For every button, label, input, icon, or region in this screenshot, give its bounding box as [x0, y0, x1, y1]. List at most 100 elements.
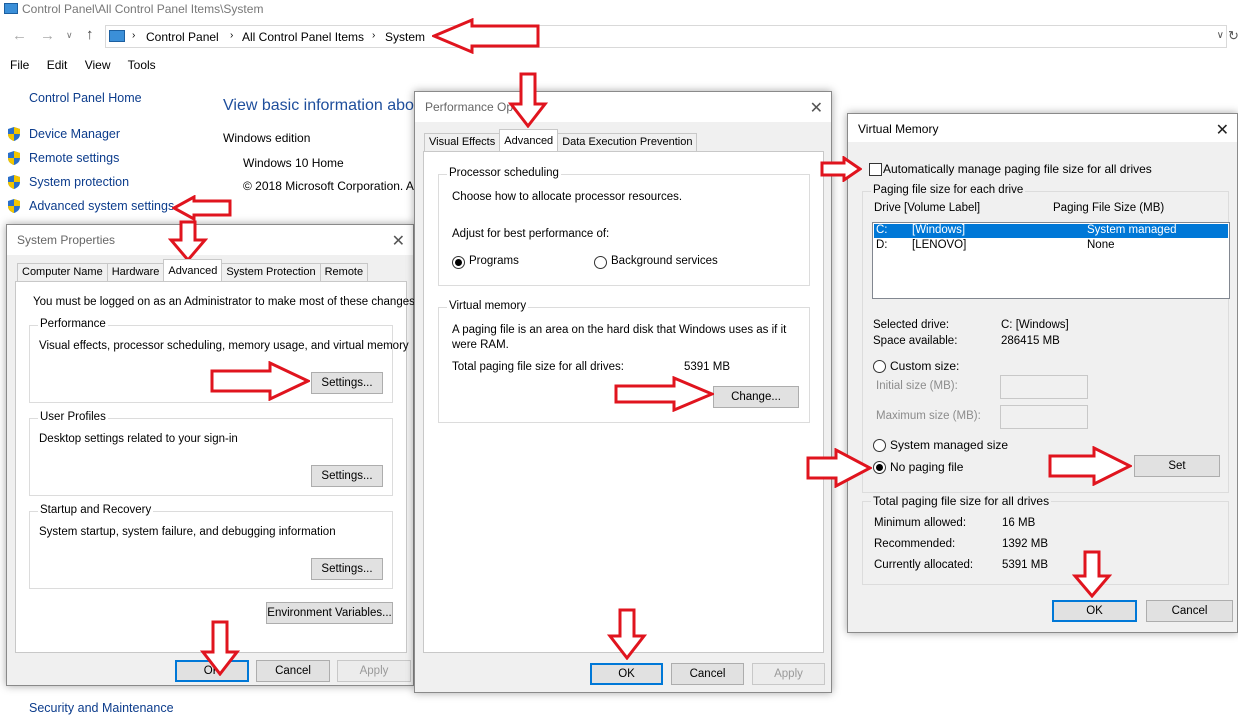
col-drive-header: Drive [Volume Label]: [874, 202, 981, 214]
drive-row[interactable]: D: [LENOVO] None: [874, 239, 1228, 253]
user-profiles-group: User Profiles Desktop settings related t…: [29, 411, 393, 496]
arrow-right-icon: [210, 361, 310, 401]
copyright-text: © 2018 Microsoft Corporation. A: [243, 179, 414, 193]
menu-file[interactable]: File: [10, 58, 29, 72]
performance-settings-button[interactable]: Settings...: [311, 372, 383, 394]
currently-allocated-value: 5391 MB: [1002, 559, 1049, 571]
close-icon[interactable]: ✕: [392, 231, 405, 251]
window-title: Control Panel\All Control Panel Items\Sy…: [22, 2, 264, 16]
nav-back-button[interactable]: ←: [12, 27, 27, 44]
admin-notice: You must be logged on as an Administrato…: [33, 296, 419, 308]
vmem-ok-button[interactable]: OK: [1052, 600, 1137, 622]
total-paging-group: Total paging file size for all drives Mi…: [862, 494, 1229, 585]
menu-tools[interactable]: Tools: [128, 58, 156, 72]
arrow-down-icon: [508, 72, 548, 128]
window-titlebar: Control Panel\All Control Panel Items\Sy…: [0, 0, 1238, 20]
user-profiles-settings-button[interactable]: Settings...: [311, 465, 383, 487]
breadcrumb-all-items[interactable]: All Control Panel Items: [242, 30, 364, 44]
auto-manage-label[interactable]: Automatically manage paging file size fo…: [883, 162, 1152, 176]
background-services-radio[interactable]: [594, 256, 607, 269]
perfopts-cancel-button[interactable]: Cancel: [671, 663, 744, 685]
no-paging-file-label[interactable]: No paging file: [890, 460, 963, 474]
maximum-size-input[interactable]: [1000, 405, 1088, 429]
address-bar[interactable]: › Control Panel › All Control Panel Item…: [105, 25, 1227, 48]
breadcrumb-sep-icon: ›: [132, 30, 136, 41]
custom-size-radio[interactable]: [873, 360, 886, 373]
tab-advanced[interactable]: Advanced: [163, 259, 223, 281]
startup-recovery-group: Startup and Recovery System startup, sys…: [29, 504, 393, 589]
startup-recovery-settings-button[interactable]: Settings...: [311, 558, 383, 580]
adjust-performance-label: Adjust for best performance of:: [452, 228, 610, 240]
tab-remote[interactable]: Remote: [319, 263, 369, 281]
virtual-memory-label: Virtual memory: [447, 300, 529, 312]
drive-volume-label: [Windows]: [912, 224, 966, 236]
sidebar-item-system-protection[interactable]: System protection: [29, 175, 129, 189]
minimum-allowed-value: 16 MB: [1002, 517, 1036, 529]
sidebar-item-device-manager[interactable]: Device Manager: [29, 127, 120, 141]
tab-system-protection[interactable]: System Protection: [221, 263, 321, 281]
virtual-memory-dialog: Virtual Memory ✕ Automatically manage pa…: [847, 113, 1238, 633]
tab-computer-name[interactable]: Computer Name: [17, 263, 108, 281]
virtual-memory-desc-line1: A paging file is an area on the hard dis…: [452, 324, 787, 336]
minimum-allowed-label: Minimum allowed:: [874, 517, 967, 529]
drive-list[interactable]: C: [Windows] System managed D: [LENOVO] …: [872, 222, 1230, 299]
arrow-down-icon: [200, 620, 240, 676]
system-managed-radio[interactable]: [873, 439, 886, 452]
sidebar-footer-security[interactable]: Security and Maintenance: [29, 701, 174, 715]
refresh-icon[interactable]: ↻: [1228, 28, 1238, 44]
address-dropdown-icon[interactable]: ∨: [1217, 30, 1224, 41]
breadcrumb-system[interactable]: System: [385, 30, 425, 44]
performance-desc: Visual effects, processor scheduling, me…: [39, 340, 409, 352]
vmem-titlebar: Virtual Memory: [848, 114, 1237, 142]
sysprops-title: System Properties: [17, 233, 116, 247]
arrow-right-icon: [806, 448, 872, 488]
tab-advanced[interactable]: Advanced: [499, 129, 559, 151]
menu-view[interactable]: View: [85, 58, 111, 72]
environment-variables-button[interactable]: Environment Variables...: [266, 602, 393, 624]
nav-forward-button[interactable]: →: [40, 27, 55, 44]
sidebar-home[interactable]: Control Panel Home: [29, 91, 142, 105]
recent-dropdown-icon[interactable]: ∨: [66, 30, 73, 41]
sidebar-item-remote-settings[interactable]: Remote settings: [29, 151, 119, 165]
initial-size-label: Initial size (MB):: [876, 380, 958, 392]
programs-radio[interactable]: [452, 256, 465, 269]
arrow-down-icon: [1072, 550, 1112, 598]
set-button[interactable]: Set: [1134, 455, 1220, 477]
system-managed-label[interactable]: System managed size: [890, 438, 1008, 452]
background-services-label[interactable]: Background services: [611, 255, 718, 267]
breadcrumb-control-panel[interactable]: Control Panel: [146, 30, 219, 44]
shield-icon: [8, 175, 20, 189]
close-icon[interactable]: ✕: [1216, 120, 1229, 140]
tab-hardware[interactable]: Hardware: [106, 263, 165, 281]
sysprops-titlebar: System Properties: [7, 225, 413, 255]
perfopts-ok-button[interactable]: OK: [590, 663, 663, 685]
arrow-right-icon: [614, 376, 714, 412]
system-properties-dialog: System Properties ✕ Computer Name Hardwa…: [6, 224, 418, 686]
drive-row[interactable]: C: [Windows] System managed: [874, 224, 1228, 238]
startup-recovery-label: Startup and Recovery: [38, 504, 154, 516]
auto-manage-checkbox[interactable]: [869, 163, 882, 176]
custom-size-label[interactable]: Custom size:: [890, 359, 959, 373]
edition-value: Windows 10 Home: [243, 156, 344, 170]
arrow-down-icon: [607, 608, 647, 660]
tab-data-execution-prevention[interactable]: Data Execution Prevention: [557, 133, 698, 151]
total-paging-label: Total paging file size for all drives:: [452, 361, 624, 373]
close-icon[interactable]: ✕: [810, 98, 823, 118]
no-paging-file-radio[interactable]: [873, 461, 886, 474]
tab-visual-effects[interactable]: Visual Effects: [424, 133, 501, 151]
sysprops-apply-button[interactable]: Apply: [337, 660, 411, 682]
menu-bar: File Edit View Tools: [10, 58, 156, 72]
page-heading: View basic information abo: [223, 97, 414, 114]
sidebar-item-advanced-system-settings[interactable]: Advanced system settings: [29, 199, 174, 213]
sysprops-cancel-button[interactable]: Cancel: [256, 660, 330, 682]
breadcrumb-sep-icon: ›: [230, 30, 234, 41]
perfopts-apply-button[interactable]: Apply: [752, 663, 825, 685]
menu-edit[interactable]: Edit: [47, 58, 68, 72]
nav-up-button[interactable]: ↑: [86, 26, 94, 43]
programs-label[interactable]: Programs: [469, 255, 519, 267]
change-virtual-memory-button[interactable]: Change...: [713, 386, 799, 408]
vmem-cancel-button[interactable]: Cancel: [1146, 600, 1233, 622]
initial-size-input[interactable]: [1000, 375, 1088, 399]
computer-icon: [109, 30, 125, 42]
paging-each-drive-label: Paging file size for each drive: [871, 184, 1026, 196]
